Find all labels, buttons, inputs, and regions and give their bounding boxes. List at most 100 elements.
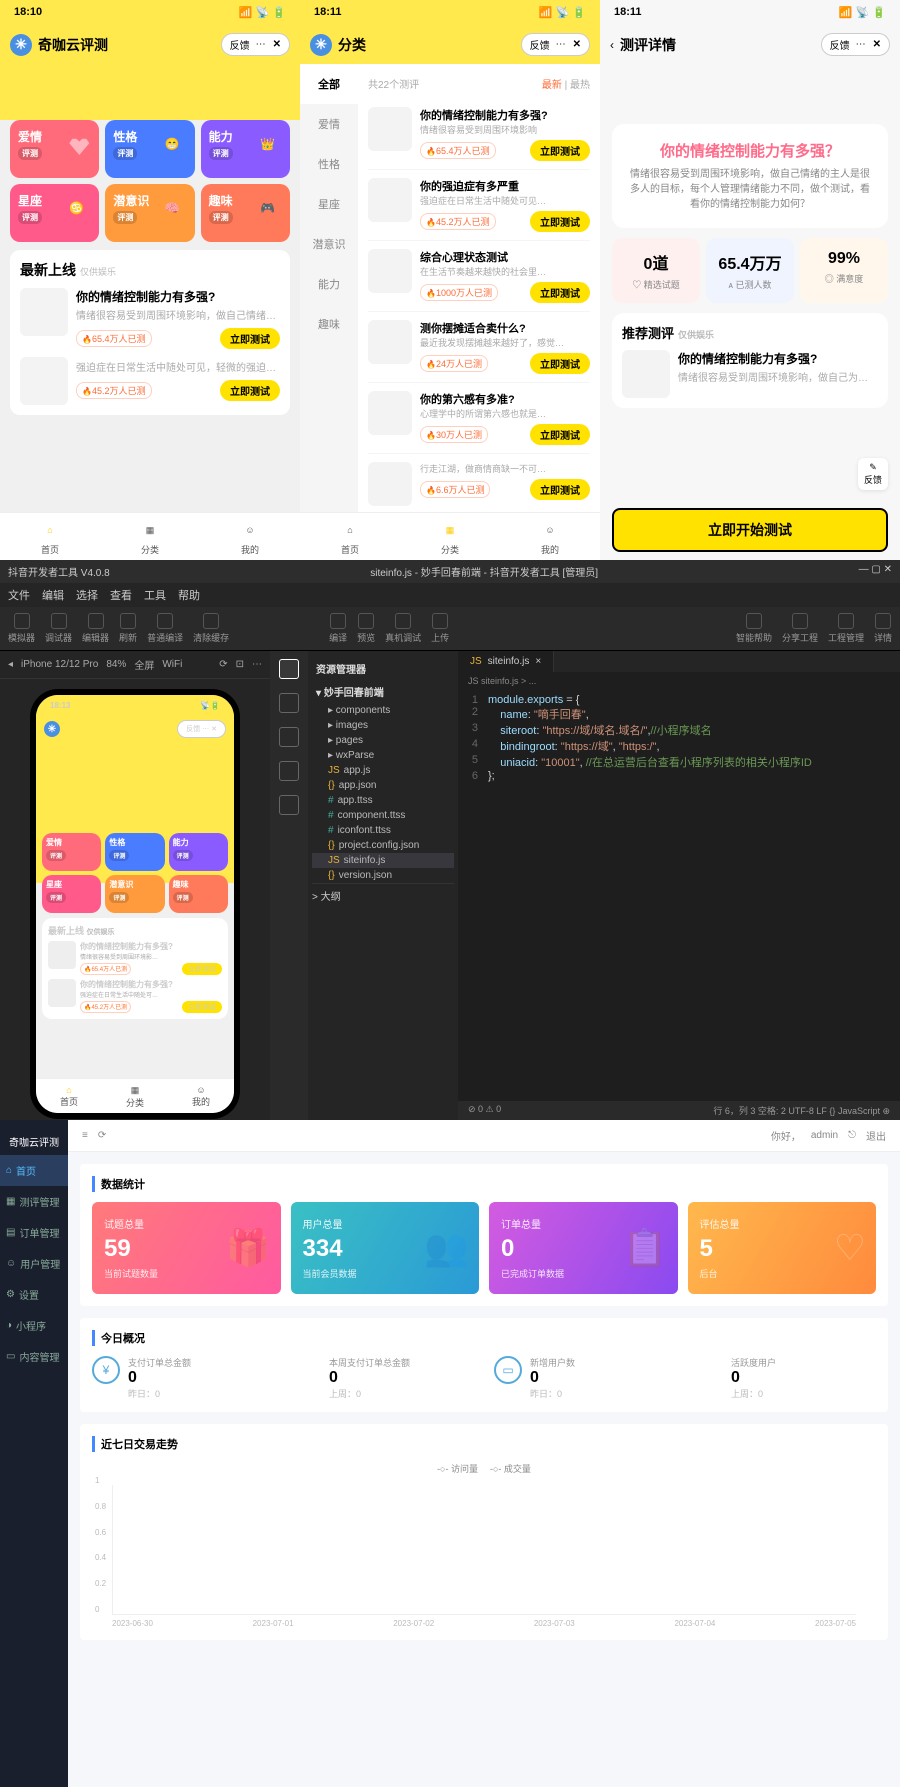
nav-内容管理[interactable]: ▭内容管理 [0,1341,68,1372]
tool-普通编译[interactable]: 普通编译 [147,613,183,644]
tool-工程管理[interactable]: 工程管理 [828,613,864,644]
more-icon[interactable]: ⋯ [252,659,262,670]
logout-icon[interactable]: ⎋ [848,1130,856,1141]
tool-分享工程[interactable]: 分享工程 [782,613,818,644]
test-button[interactable]: 立即测试 [530,424,590,445]
test-button[interactable]: 立即测试 [220,380,280,401]
tab-category[interactable]: ▦分类 [438,519,462,556]
sidecat-全部[interactable]: 全部 [300,64,358,104]
tool-智能帮助[interactable]: 智能帮助 [736,613,772,644]
feedback-link[interactable]: 反馈 [230,37,250,52]
tab-mine[interactable]: ☺我的 [238,519,262,556]
file-project.config.json[interactable]: {} project.config.json [312,838,454,853]
tab-home[interactable]: ⌂首页 [338,519,362,556]
feedback-float[interactable]: ✎反馈 [858,458,888,490]
branch-icon[interactable] [279,761,299,781]
close-icon[interactable]: ✕ [873,39,881,50]
quiz-item[interactable]: 行走江湖，做商情商缺一不可…6.6万人已测立即测试 [368,454,590,515]
tab-close-icon[interactable]: × [535,656,541,667]
collapse-icon[interactable]: ≡ [82,1130,88,1141]
test-button[interactable]: 立即测试 [530,479,590,500]
cat-趣味[interactable]: 趣味评测🎮 [201,184,290,242]
cat-性格[interactable]: 性格评测😁 [105,120,194,178]
nav-订单管理[interactable]: ▤订单管理 [0,1217,68,1248]
network-select[interactable]: WiFi [162,659,182,670]
cat-星座[interactable]: 星座评测♋ [10,184,99,242]
editor-tab[interactable]: JSsiteinfo.js× [458,651,554,672]
back-icon[interactable]: ‹ [610,38,614,52]
file-app.js[interactable]: JS app.js [312,763,454,778]
stat-card[interactable]: 试题总量59当前试题数量🎁 [92,1202,281,1294]
feedback-link[interactable]: 反馈 [830,37,850,52]
code-area[interactable]: 1module.exports = {2 name: "嘀手回春",3 site… [458,690,900,786]
nav-测评管理[interactable]: ▦测评管理 [0,1186,68,1217]
menu-工具[interactable]: 工具 [144,587,166,603]
nav-设置[interactable]: ⚙设置 [0,1279,68,1310]
file-component.ttss[interactable]: # component.ttss [312,808,454,823]
sidecat-性格[interactable]: 性格 [300,144,358,184]
window-controls[interactable]: — ▢ ✕ [859,564,892,579]
test-button[interactable]: 立即测试 [530,282,590,303]
stat-card[interactable]: 评估总量5后台♡ [688,1202,877,1294]
file-siteinfo.js[interactable]: JS siteinfo.js [312,853,454,868]
more-icon[interactable]: ⋯ [256,39,267,50]
file-iconfont.ttss[interactable]: # iconfont.ttss [312,823,454,838]
nav-首页[interactable]: ⌂首页 [0,1155,68,1186]
tool-真机调试[interactable]: 真机调试 [385,613,421,644]
quiz-item[interactable]: 强迫症在日常生活中随处可见，轻微的强迫…45.2万人已测立即测试 [20,357,280,405]
header-actions[interactable]: 反馈 ⋯ ✕ [821,33,890,56]
refresh-icon[interactable]: ⟳ [98,1130,106,1141]
test-button[interactable]: 立即测试 [530,140,590,161]
feedback-link[interactable]: 反馈 [530,37,550,52]
tool-调试器[interactable]: 调试器 [45,613,72,644]
sidecat-趣味[interactable]: 趣味 [300,304,358,344]
cloud-icon[interactable] [279,795,299,815]
explorer-icon[interactable] [279,659,299,679]
tool-编译[interactable]: 编译 [329,613,347,644]
tool-编辑器[interactable]: 编辑器 [82,613,109,644]
sidecat-潜意识[interactable]: 潜意识 [300,224,358,264]
nav-小程序[interactable]: ◑小程序 [0,1310,68,1341]
username[interactable]: admin [811,1130,838,1141]
sidecat-能力[interactable]: 能力 [300,264,358,304]
file-version.json[interactable]: {} version.json [312,868,454,883]
logout-link[interactable]: 退出 [866,1128,886,1143]
tab-mine[interactable]: ☺我的 [538,519,562,556]
test-button[interactable]: 立即测试 [220,328,280,349]
search-icon[interactable] [279,693,299,713]
outline-section[interactable]: > 大纲 [312,883,454,903]
menu-文件[interactable]: 文件 [8,587,30,603]
quiz-item[interactable]: 你的情绪控制能力有多强?情绪很容易受到周围环境影响65.4万人已测立即测试 [368,99,590,170]
nav-用户管理[interactable]: ☺用户管理 [0,1248,68,1279]
tool-预览[interactable]: 预览 [357,613,375,644]
sidecat-星座[interactable]: 星座 [300,184,358,224]
breadcrumb[interactable]: JS siteinfo.js > ... [458,672,900,690]
header-actions[interactable]: 反馈 ⋯ ✕ [221,33,290,56]
problems-count[interactable]: ⊘ 0 ⚠ 0 [468,1104,501,1117]
quiz-item[interactable]: 你的强迫症有多严重强迫症在日常生活中随处可见…45.2万人已测立即测试 [368,170,590,241]
quiz-item[interactable]: 测你摆摊适合卖什么?最近我发现摆摊越来越好了，感觉…24万人已测立即测试 [368,312,590,383]
file-app.ttss[interactable]: # app.ttss [312,793,454,808]
stat-card[interactable]: 用户总量334当前会员数据👥 [291,1202,480,1294]
screen-mode[interactable]: 全屏 [134,657,154,672]
header-actions[interactable]: 反馈 ⋯ ✕ [521,33,590,56]
api-icon[interactable] [279,727,299,747]
tool-上传[interactable]: 上传 [431,613,449,644]
more-icon[interactable]: ⋯ [856,39,867,50]
tool-清除缓存[interactable]: 清除缓存 [193,613,229,644]
tool-刷新[interactable]: 刷新 [119,613,137,644]
file-images[interactable]: ▸ images [312,718,454,733]
file-pages[interactable]: ▸ pages [312,733,454,748]
screenshot-icon[interactable]: ⊡ [236,659,244,670]
menu-选择[interactable]: 选择 [76,587,98,603]
project-name[interactable]: 妙手回春前端 [324,688,384,699]
device-select[interactable]: iPhone 12/12 Pro [21,659,98,670]
cat-爱情[interactable]: 爱情评测 [10,120,99,178]
status-info[interactable]: 行 6，列 3 空格: 2 UTF-8 LF {} JavaScript ⊕ [713,1104,890,1117]
cat-能力[interactable]: 能力评测👑 [201,120,290,178]
file-components[interactable]: ▸ components [312,703,454,718]
quiz-item[interactable]: 你的第六感有多准?心理学中的所谓第六感也就是…30万人已测立即测试 [368,383,590,454]
cat-潜意识[interactable]: 潜意识评测🧠 [105,184,194,242]
sidecat-爱情[interactable]: 爱情 [300,104,358,144]
quiz-item[interactable]: 你的情绪控制能力有多强?情绪很容易受到周围环境影响，做自己情绪…65.4万人已测… [20,288,280,349]
